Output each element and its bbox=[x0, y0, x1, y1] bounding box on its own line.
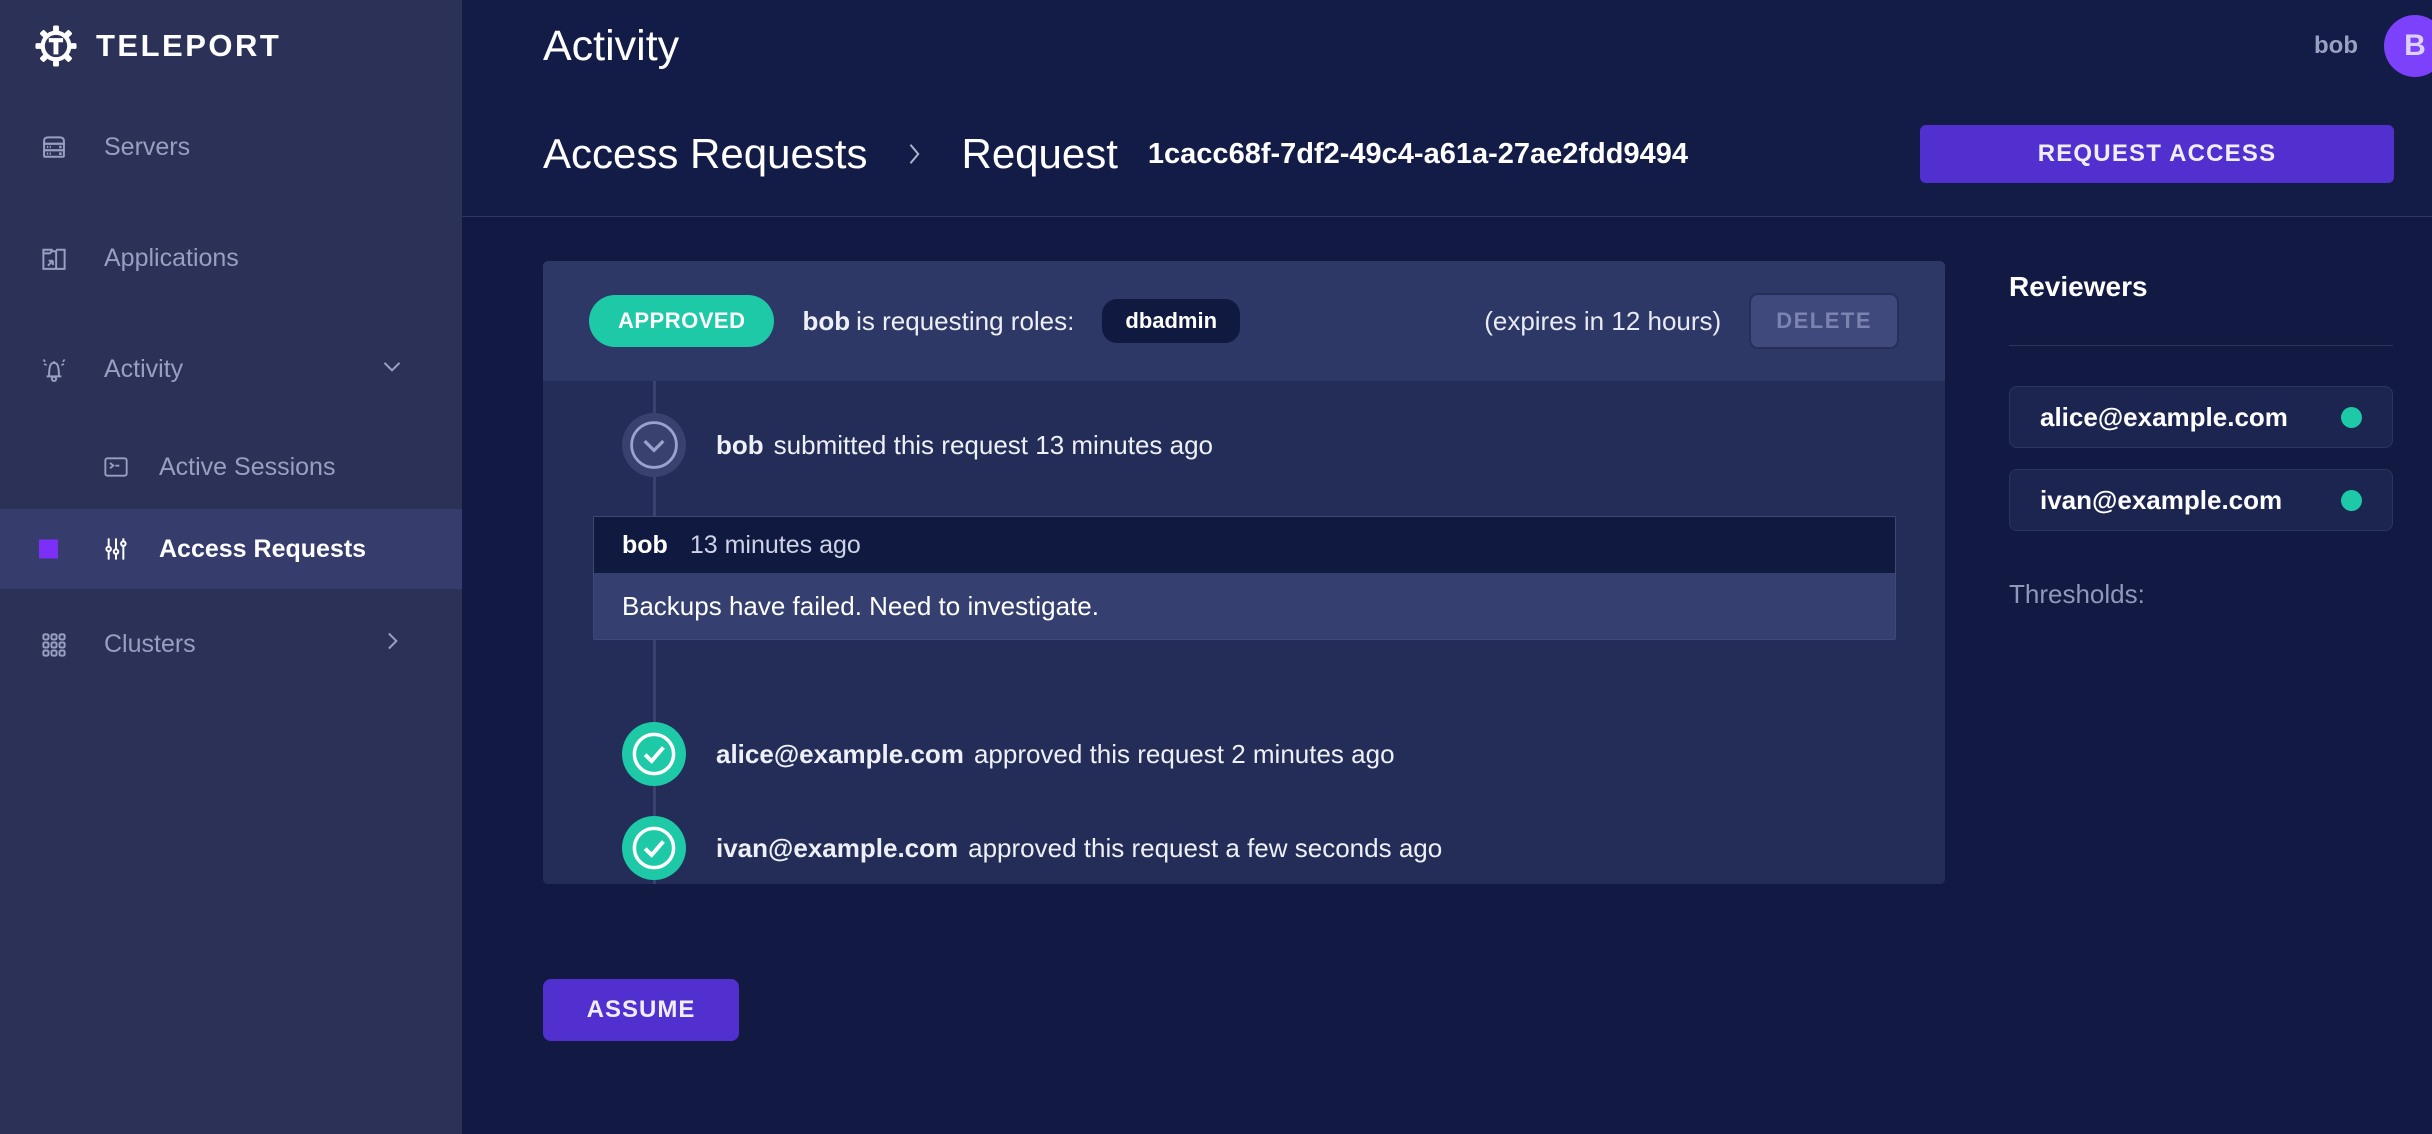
request-timeline: bob submitted this request 13 minutes ago… bbox=[543, 381, 1945, 884]
event-description: approved this request 2 minutes ago bbox=[974, 739, 1395, 769]
servers-icon bbox=[37, 131, 71, 165]
topbar: Activity bob B bbox=[462, 0, 2432, 92]
sidebar-item-label: Servers bbox=[104, 133, 190, 162]
teleport-gear-icon: T bbox=[34, 24, 78, 68]
request-summary: bobis requesting roles: bbox=[802, 306, 1074, 337]
sidebar-item-label: Active Sessions bbox=[159, 453, 335, 482]
sidebar: T TELEPORT Servers bbox=[0, 0, 462, 1134]
role-chip: dbadmin bbox=[1102, 299, 1240, 343]
sidebar-item-access-requests[interactable]: Access Requests bbox=[0, 509, 462, 589]
event-actor: alice@example.com bbox=[716, 739, 964, 769]
sidebar-item-servers[interactable]: Servers bbox=[0, 92, 462, 203]
reviewer-item: alice@example.com bbox=[2009, 386, 2393, 448]
chevron-right-icon bbox=[377, 626, 407, 663]
content-area: APPROVED bobis requesting roles: dbadmin… bbox=[462, 217, 2432, 1134]
event-actor: bob bbox=[716, 430, 764, 460]
terminal-icon bbox=[100, 451, 132, 483]
sidebar-item-applications[interactable]: Applications bbox=[0, 203, 462, 314]
sidebar-item-label: Clusters bbox=[104, 630, 196, 659]
reviewer-email: alice@example.com bbox=[2040, 402, 2288, 433]
thresholds-label: Thresholds: bbox=[2009, 579, 2393, 610]
brand-name: TELEPORT bbox=[96, 28, 281, 64]
approved-status-dot bbox=[2341, 490, 2362, 511]
clusters-grid-icon bbox=[37, 628, 71, 662]
request-card-header: APPROVED bobis requesting roles: dbadmin… bbox=[543, 261, 1945, 381]
timeline-event-approved-alice: alice@example.com approved this request 2… bbox=[622, 722, 1395, 786]
expires-label: (expires in 12 hours) bbox=[1484, 306, 1721, 337]
breadcrumb: Access Requests Request 1cacc68f-7df2-49… bbox=[462, 92, 2432, 217]
request-access-button[interactable]: REQUEST ACCESS bbox=[1920, 125, 2394, 183]
sliders-icon bbox=[100, 533, 132, 565]
approved-status-dot bbox=[2341, 407, 2362, 428]
timeline-event-approved-ivan: ivan@example.com approved this request a … bbox=[622, 816, 1442, 880]
sidebar-item-label: Applications bbox=[104, 244, 239, 273]
approved-check-icon bbox=[622, 816, 686, 880]
chevron-down-icon bbox=[377, 351, 407, 388]
reviewers-title: Reviewers bbox=[2009, 271, 2393, 303]
breadcrumb-chevron-icon bbox=[897, 137, 931, 171]
teleport-logo[interactable]: T TELEPORT bbox=[0, 0, 462, 92]
comment-header: bob 13 minutes ago bbox=[594, 517, 1895, 573]
reviewers-panel: Reviewers alice@example.com ivan@example… bbox=[2009, 261, 2393, 1134]
request-id: 1cacc68f-7df2-49c4-a61a-27ae2fdd9494 bbox=[1148, 138, 1688, 171]
username-label: bob bbox=[2314, 32, 2358, 60]
assume-button[interactable]: ASSUME bbox=[543, 979, 739, 1041]
reviewer-email: ivan@example.com bbox=[2040, 485, 2282, 516]
comment-timestamp: 13 minutes ago bbox=[690, 531, 861, 560]
status-badge: APPROVED bbox=[589, 295, 774, 347]
request-detail-column: APPROVED bobis requesting roles: dbadmin… bbox=[543, 261, 1945, 1134]
svg-text:T: T bbox=[50, 36, 63, 59]
selected-marker bbox=[39, 540, 58, 559]
sidebar-item-clusters[interactable]: Clusters bbox=[0, 589, 462, 700]
event-description: submitted this request 13 minutes ago bbox=[774, 430, 1213, 460]
event-text: ivan@example.com approved this request a … bbox=[716, 833, 1442, 864]
topbar-user: bob B bbox=[2314, 15, 2432, 77]
event-description: approved this request a few seconds ago bbox=[968, 833, 1442, 863]
page-title: Activity bbox=[543, 22, 679, 71]
requesting-text: is requesting roles: bbox=[856, 306, 1074, 336]
request-card: APPROVED bobis requesting roles: dbadmin… bbox=[543, 261, 1945, 884]
approved-check-icon bbox=[622, 722, 686, 786]
sidebar-item-label: Access Requests bbox=[159, 535, 366, 564]
event-text: bob submitted this request 13 minutes ago bbox=[716, 430, 1213, 461]
comment-box: bob 13 minutes ago Backups have failed. … bbox=[593, 516, 1896, 640]
comment-message: Backups have failed. Need to investigate… bbox=[594, 573, 1895, 639]
reviewers-divider bbox=[2009, 345, 2393, 346]
sidebar-item-active-sessions[interactable]: Active Sessions bbox=[0, 425, 462, 509]
applications-icon bbox=[37, 242, 71, 276]
breadcrumb-parent-link[interactable]: Access Requests bbox=[543, 130, 867, 178]
app-window: T TELEPORT Servers bbox=[0, 0, 2432, 1134]
event-actor: ivan@example.com bbox=[716, 833, 958, 863]
main-area: Activity bob B Access Requests Request 1… bbox=[462, 0, 2432, 1134]
activity-bell-icon bbox=[37, 353, 71, 387]
delete-button[interactable]: DELETE bbox=[1749, 293, 1899, 349]
comment-author: bob bbox=[622, 531, 668, 560]
requester-name: bob bbox=[802, 306, 850, 336]
timeline-event-submitted: bob submitted this request 13 minutes ago bbox=[622, 413, 1213, 477]
user-avatar[interactable]: B bbox=[2384, 15, 2432, 77]
submitted-chevron-icon bbox=[622, 413, 686, 477]
breadcrumb-current: Request bbox=[961, 130, 1117, 178]
sidebar-item-activity[interactable]: Activity bbox=[0, 314, 462, 425]
sidebar-item-label: Activity bbox=[104, 355, 183, 384]
reviewer-item: ivan@example.com bbox=[2009, 469, 2393, 531]
event-text: alice@example.com approved this request 2… bbox=[716, 739, 1395, 770]
